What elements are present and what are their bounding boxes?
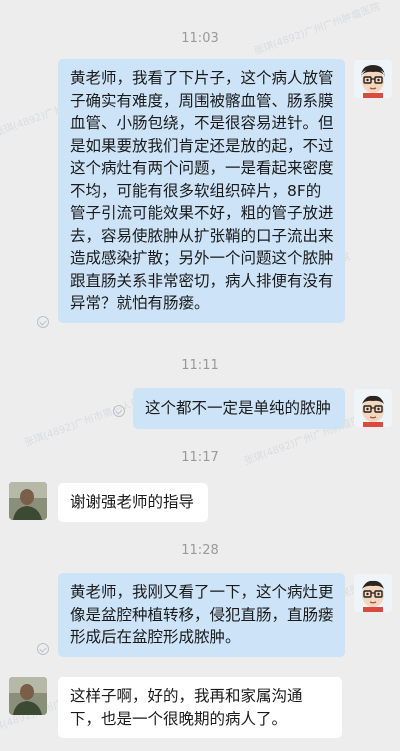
read-status-icon xyxy=(37,643,49,655)
read-status-icon xyxy=(113,405,125,417)
message-bubble-outgoing[interactable]: 黄老师，我刚又看了一下，这个病灶更像是盆腔种植转移，侵犯直肠，直肠瘘形成后在盆腔… xyxy=(58,573,345,657)
avatar-self[interactable] xyxy=(354,60,392,98)
message-bubble-outgoing[interactable]: 这个都不一定是单纯的脓肿 xyxy=(133,388,345,429)
watermark: 张琪(4892)广州广州肿瘤医院 xyxy=(252,1,382,58)
cartoon-avatar-icon xyxy=(354,574,392,612)
message-timestamp: 11:03 xyxy=(181,31,219,46)
avatar-contact[interactable] xyxy=(9,482,47,520)
message-bubble-incoming[interactable]: 谢谢强老师的指导 xyxy=(58,483,208,522)
message-timestamp: 11:17 xyxy=(181,450,219,465)
avatar-self[interactable] xyxy=(354,574,392,612)
cartoon-avatar-icon xyxy=(354,60,392,98)
read-status-icon xyxy=(37,316,49,328)
cartoon-avatar-icon xyxy=(354,389,392,427)
message-timestamp: 11:11 xyxy=(181,358,219,373)
contact-photo-icon xyxy=(9,677,47,715)
avatar-self[interactable] xyxy=(354,389,392,427)
message-bubble-incoming[interactable]: 这样子啊，好的，我再和家属沟通下，也是一个很晚期的病人了。 xyxy=(58,677,342,738)
avatar-contact[interactable] xyxy=(9,677,47,715)
contact-photo-icon xyxy=(9,482,47,520)
chat-conversation: 张琪(4892)广州广州肿瘤医院 张琪(4892)广州市第一人民医院 张琪(48… xyxy=(0,0,400,751)
message-bubble-outgoing[interactable]: 黄老师，我看了下片子，这个病人放管子确实有难度，周围被髂血管、肠系膜血管、小肠包… xyxy=(58,59,345,323)
message-timestamp: 11:28 xyxy=(181,543,219,558)
